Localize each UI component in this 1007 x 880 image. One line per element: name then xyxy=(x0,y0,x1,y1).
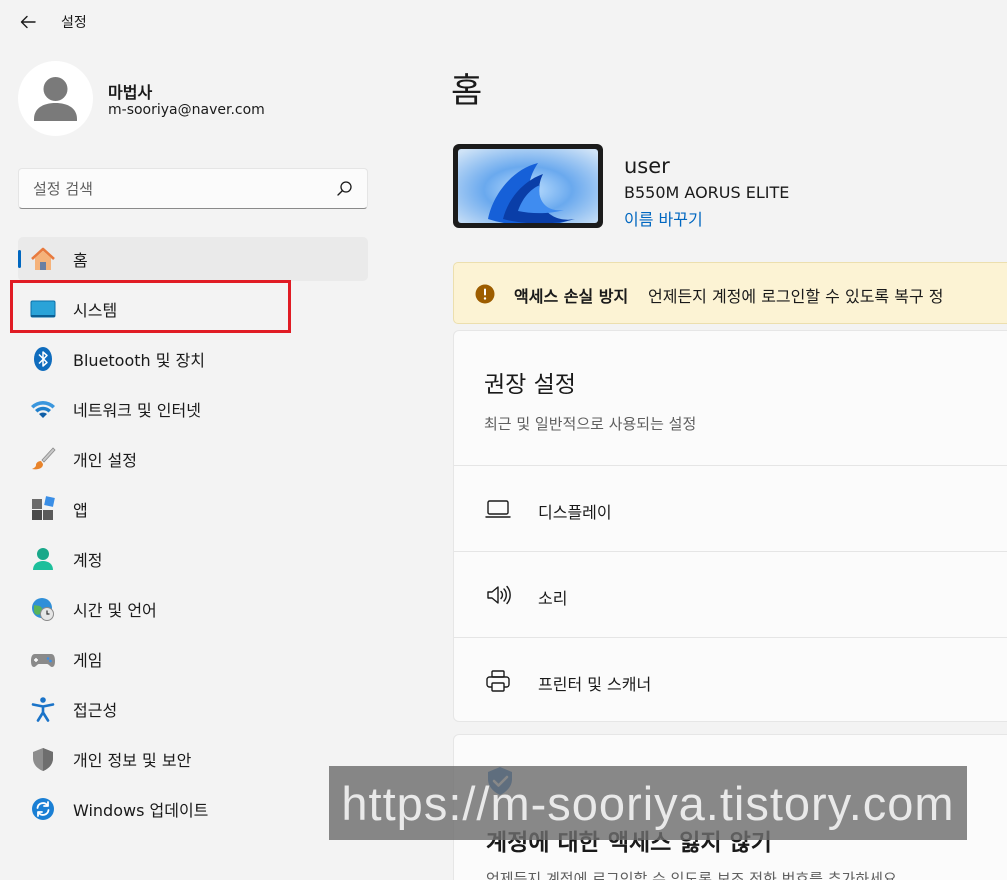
globe-clock-icon xyxy=(32,598,54,621)
back-button[interactable] xyxy=(14,8,42,36)
recommended-item-label: 소리 xyxy=(538,589,568,608)
home-icon xyxy=(31,247,55,270)
sidebar-item-label: Bluetooth 및 장치 xyxy=(73,351,206,370)
sidebar-item-home[interactable]: 홈 xyxy=(18,237,368,281)
page-title: 홈 xyxy=(451,71,483,111)
sidebar-item-apps[interactable]: 앱 xyxy=(18,487,368,531)
update-icon xyxy=(32,798,54,820)
sidebar-item-label: 개인 설정 xyxy=(73,451,137,470)
sidebar-item-gaming[interactable]: 게임 xyxy=(18,637,368,681)
wifi-icon xyxy=(31,401,55,418)
account-icon xyxy=(33,548,53,570)
search-input[interactable] xyxy=(19,169,329,208)
back-arrow-icon xyxy=(20,15,36,29)
sidebar-item-bluetooth[interactable]: Bluetooth 및 장치 xyxy=(18,337,368,381)
search-icon xyxy=(337,181,352,196)
watermark-text: https://m-sooriya.tistory.com xyxy=(341,776,955,830)
sidebar-item-label: 게임 xyxy=(73,651,103,670)
profile-email: m-sooriya@naver.com xyxy=(108,102,265,118)
sidebar-item-windows-update[interactable]: Windows 업데이트 xyxy=(18,787,368,831)
warning-banner[interactable]: 액세스 손실 방지 언제든지 계정에 로그인할 수 있도록 복구 정 xyxy=(453,262,1007,324)
sidebar-item-label: 홈 xyxy=(73,251,88,270)
recommended-item-display[interactable]: 디스플레이 xyxy=(454,465,1007,551)
sidebar-item-accessibility[interactable]: 접근성 xyxy=(18,687,368,731)
banner-text: 언제든지 계정에 로그인할 수 있도록 복구 정 xyxy=(648,287,944,306)
account-card-description: 언제든지 계정에 로그인할 수 있도록 보조 전화 번호를 추가하세요 xyxy=(486,870,897,880)
sidebar-item-label: 앱 xyxy=(73,501,88,520)
highlight-annotation xyxy=(10,280,291,333)
sidebar-item-personalization[interactable]: 개인 설정 xyxy=(18,437,368,481)
sidebar-item-label: 접근성 xyxy=(73,701,118,720)
sidebar-item-label: 네트워크 및 인터넷 xyxy=(73,401,201,420)
printer-icon xyxy=(486,670,510,692)
sidebar-item-privacy[interactable]: 개인 정보 및 보안 xyxy=(18,737,368,781)
app-title: 설정 xyxy=(61,15,87,31)
recommended-subtitle: 최근 및 일반적으로 사용되는 설정 xyxy=(484,415,697,433)
shield-icon xyxy=(33,748,53,771)
warning-icon xyxy=(475,284,495,304)
recommended-settings-card: 권장 설정 최근 및 일반적으로 사용되는 설정 디스플레이 소리 프린터 및 … xyxy=(453,330,1007,722)
apps-icon xyxy=(32,496,55,520)
profile-name: 마법사 xyxy=(108,83,153,102)
device-thumbnail[interactable] xyxy=(453,144,603,228)
brush-icon xyxy=(32,447,56,470)
user-avatar-icon xyxy=(34,77,77,121)
display-icon xyxy=(485,500,511,518)
rename-link[interactable]: 이름 바꾸기 xyxy=(624,206,703,230)
search-box[interactable] xyxy=(18,168,368,209)
sidebar-item-label: 개인 정보 및 보안 xyxy=(73,751,192,770)
banner-title: 액세스 손실 방지 xyxy=(514,287,629,306)
sidebar-item-time-language[interactable]: 시간 및 언어 xyxy=(18,587,368,631)
sidebar-item-network[interactable]: 네트워크 및 인터넷 xyxy=(18,387,368,431)
sidebar-item-accounts[interactable]: 계정 xyxy=(18,537,368,581)
recommended-item-sound[interactable]: 소리 xyxy=(454,551,1007,637)
avatar[interactable] xyxy=(18,61,93,136)
speaker-icon xyxy=(487,585,511,605)
accessibility-icon xyxy=(31,697,55,722)
device-name: user xyxy=(624,154,670,178)
bluetooth-icon xyxy=(34,347,52,371)
wallpaper-image xyxy=(458,149,598,223)
recommended-item-printers[interactable]: 프린터 및 스캐너 xyxy=(454,637,1007,721)
recommended-item-label: 디스플레이 xyxy=(538,503,612,522)
device-model: B550M AORUS ELITE xyxy=(624,183,790,202)
watermark: https://m-sooriya.tistory.com xyxy=(329,766,967,840)
sidebar-item-label: Windows 업데이트 xyxy=(73,801,209,820)
gamepad-icon xyxy=(31,654,55,667)
active-indicator xyxy=(18,250,21,268)
recommended-item-label: 프린터 및 스캐너 xyxy=(538,675,652,694)
recommended-title: 권장 설정 xyxy=(484,372,576,398)
sidebar-item-label: 계정 xyxy=(73,551,103,570)
sidebar-item-label: 시간 및 언어 xyxy=(73,601,157,620)
